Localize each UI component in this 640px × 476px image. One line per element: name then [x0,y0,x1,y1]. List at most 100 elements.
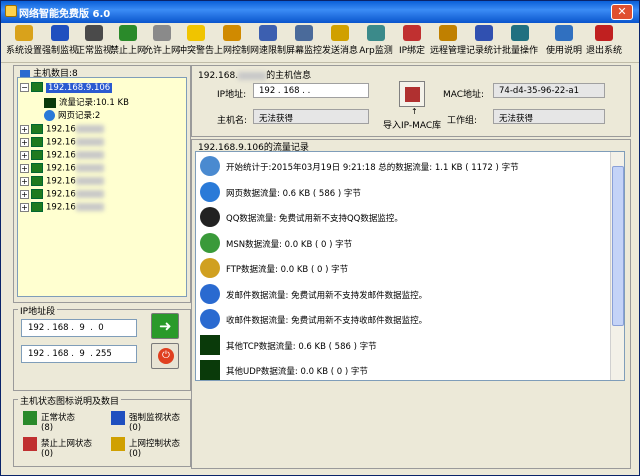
toolbar-button-8[interactable]: 网速限制 [249,25,287,61]
tree-node-ip[interactable]: 192.16 [46,164,76,174]
tree-node-host[interactable]: +192.16 [20,150,104,162]
title-bar: 网络智能免费版 6.0 ✕ [1,1,639,23]
vertical-scrollbar[interactable] [610,152,624,380]
monitor-icon [51,25,69,41]
stats-icon [475,25,493,41]
computer-icon [31,150,43,160]
toolbar-button-label: 屏幕监控 [285,46,322,56]
computer-icon [31,202,43,212]
toolbar-button-13[interactable]: 远程管理 [429,25,467,61]
toolbar-button-label: 远程管理 [429,46,466,56]
toolbar-button-label: 强制监视 [41,46,78,56]
toolbar-button-5[interactable]: 允许上网 [143,25,181,61]
toolbar-button-3[interactable]: 正常监视 [75,25,113,61]
toolbar-button-label: IP绑定 [398,46,426,56]
toolbar-button-15[interactable]: 批量操作 [501,25,539,61]
tree-node-host[interactable]: − 192.168.9.106 [20,82,113,94]
legend-count: (0) [129,423,142,433]
message-icon [331,25,349,41]
legend-normal: 正常状态 (8) [23,411,75,433]
expand-icon[interactable]: + [20,202,29,212]
gear-icon [15,25,33,41]
ip-end-field[interactable]: 192 . 168 . 9 . 255 [21,345,137,363]
redacted [75,125,104,133]
traffic-row-text: 其他UDP数据流量: 0.0 KB ( 0 ) 字节 [226,367,368,377]
expand-icon[interactable]: + [20,124,29,134]
legend-count: (0) [129,449,142,459]
scan-stop-button[interactable]: ⏻ [151,343,179,369]
toolbar-button-11[interactable]: Arp监测 [357,25,395,61]
toolbar-button-9[interactable]: 屏幕监控 [285,25,323,61]
legend-controlled: 上网控制状态 (0) [111,437,180,459]
traffic-graph-icon [44,97,56,108]
tree-node-ip[interactable]: 192.16 [46,125,76,135]
tree-node-host[interactable]: +192.16 [20,163,104,175]
computer-icon [31,189,43,199]
legend-label: 上网控制状态 [129,439,181,449]
close-button[interactable]: ✕ [611,4,633,20]
tree-node-host[interactable]: +192.16 [20,189,104,201]
allow-icon [153,25,171,41]
tree-node-ip[interactable]: 192.16 [46,138,76,148]
toolbar-button-label: 允许上网 [143,46,180,56]
arrow-right-icon: ➜ [159,317,172,335]
expand-icon[interactable]: + [20,137,29,147]
traffic-row: FTP数据流量: 0.0 KB ( 0 ) 字节 [198,255,610,281]
tree-child-web[interactable]: 网页记录:2 [44,109,100,121]
toolbar-button-label: 发送消息 [321,46,358,56]
scan-start-button[interactable]: ➜ [151,313,179,339]
tree-node-ip[interactable]: 192.16 [46,203,76,213]
toolbar-button-16[interactable]: 使用说明 [545,25,583,61]
ip-value-field: 192 . 168 . . [253,83,369,98]
tree-node-host[interactable]: +192.16 [20,202,104,214]
toolbar-button-6[interactable]: 冲突警告 [177,25,215,61]
tree-node-ip[interactable]: 192.168.9.106 [46,82,113,93]
toolbar-button-7[interactable]: 上网控制 [213,25,251,61]
computer-icon [31,163,43,173]
traffic-log[interactable]: 开始统计于:2015年03月19日 9:21:18 总的数据流量: 1.1 KB… [195,151,625,381]
toolbar-button-14[interactable]: 记录统计 [465,25,503,61]
toolbar-button-10[interactable]: 发送消息 [321,25,359,61]
ftp-icon [200,258,220,278]
host-tree[interactable]: − 192.168.9.106 流量记录:10.1 KB 网页记录:2 +192.… [17,77,187,297]
toolbar-button-1[interactable]: 系统设置 [5,25,43,61]
toolbar-button-label: 上网控制 [213,46,250,56]
expand-icon[interactable]: + [20,176,29,186]
toolbar-button-2[interactable]: 强制监视 [41,25,79,61]
tcp-icon [200,334,220,355]
batch-icon [511,25,529,41]
ip-start-field[interactable]: 192 . 168 . 9 . 0 [21,319,137,337]
traffic-row-text: 开始统计于:2015年03月19日 9:21:18 总的数据流量: 1.1 KB… [226,163,519,173]
redacted [75,138,104,146]
tree-node-host[interactable]: +192.16 [20,176,104,188]
hostname-value: 无法获得 [253,109,369,124]
workgroup-value: 无法获得 [493,109,605,124]
import-ip-mac-button[interactable] [399,81,425,107]
scroll-thumb[interactable] [612,166,624,326]
warning-icon [187,25,205,41]
computer-icon [31,82,43,92]
toolbar-button-17[interactable]: 退出系统 [585,25,623,61]
ip-label: IP地址: [217,90,247,100]
tree-node-ip[interactable]: 192.16 [46,190,76,200]
expand-icon[interactable]: + [20,163,29,173]
expand-icon[interactable]: + [20,150,29,160]
toolbar-button-label: 批量操作 [501,46,538,56]
tree-child-traffic[interactable]: 流量记录:10.1 KB [44,96,129,108]
ie-icon [44,110,55,121]
tree-child-label: 网页记录:2 [58,111,101,121]
traffic-row-text: QQ数据流量: 免费试用新不支持QQ数据监控。 [226,214,403,224]
tree-node-ip[interactable]: 192.16 [46,151,76,161]
tree-node-ip[interactable]: 192.16 [46,177,76,187]
tree-node-host[interactable]: +192.16 [20,124,104,136]
legend-count: (8) [41,423,54,433]
expand-icon[interactable]: + [20,189,29,199]
collapse-icon[interactable]: − [20,82,29,92]
toolbar-button-12[interactable]: IP绑定 [393,25,431,61]
traffic-row: 收邮件数据流量: 免费试用新不支持收邮件数据监控。 [198,306,610,332]
tree-node-host[interactable]: +192.16 [20,137,104,149]
window-title: 网络智能免费版 6.0 [19,9,111,20]
toolbar-button-4[interactable]: 禁止上网 [109,25,147,61]
toolbar-button-label: 冲突警告 [177,46,214,56]
screen-icon [295,25,313,41]
